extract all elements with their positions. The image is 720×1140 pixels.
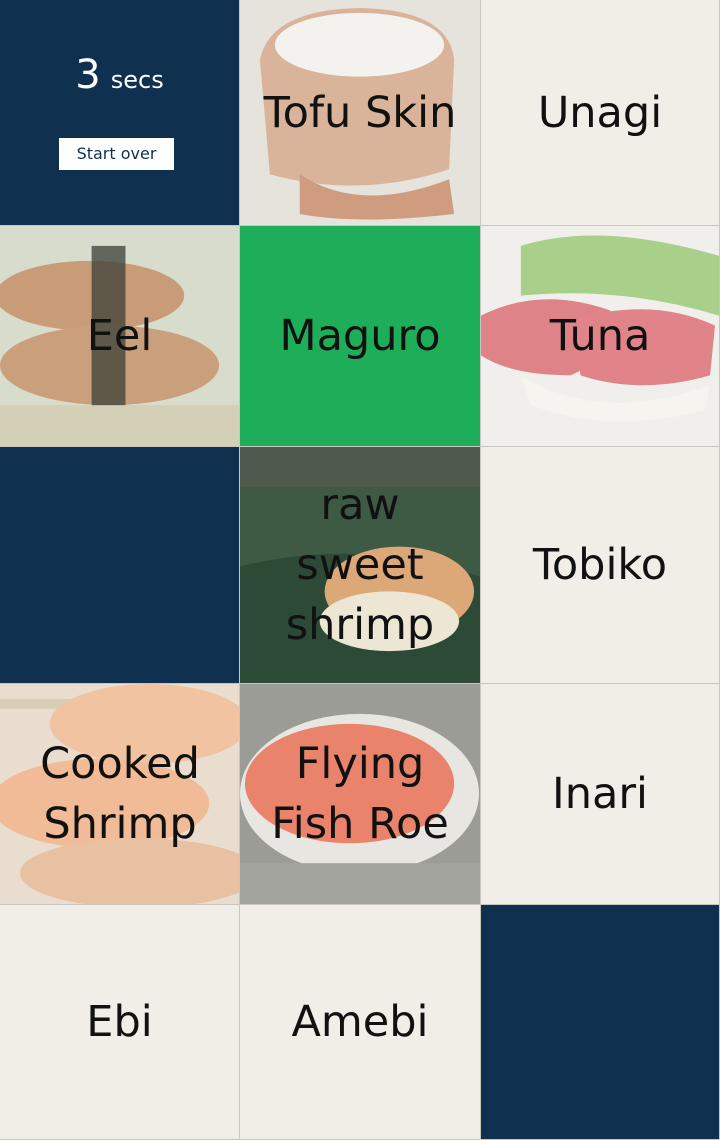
- card-label: Amebi: [291, 997, 429, 1047]
- memory-game-board: 3 secs Start over Tofu Skin Unagi Eel Mag…: [0, 0, 720, 1140]
- card-label: Tofu Skin: [263, 87, 457, 138]
- card-label: Cooked Shrimp: [40, 739, 200, 849]
- card-amebi[interactable]: Amebi: [240, 905, 481, 1140]
- card-label: Eel: [86, 311, 153, 361]
- card-tobiko[interactable]: Tobiko: [481, 447, 720, 684]
- card-label: Ebi: [86, 997, 153, 1047]
- card-unagi[interactable]: Unagi: [481, 0, 720, 226]
- card-label: raw sweet shrimp: [285, 480, 435, 650]
- card-flying-fish-roe[interactable]: Flying Fish Roe: [240, 684, 481, 905]
- card-label: Tuna: [549, 311, 651, 361]
- card-face-down[interactable]: [0, 447, 240, 684]
- timer-unit: secs: [110, 66, 164, 94]
- timer-value: 3: [75, 52, 101, 98]
- card-face-down[interactable]: [481, 905, 720, 1140]
- card-tuna[interactable]: Tuna: [481, 226, 720, 447]
- card-label: Inari: [552, 769, 648, 819]
- card-label: Flying Fish Roe: [271, 739, 449, 849]
- countdown-timer: 3 secs: [0, 52, 239, 98]
- card-label: Tobiko: [532, 540, 668, 590]
- timer-tile: 3 secs Start over: [0, 0, 240, 226]
- card-cooked-shrimp[interactable]: Cooked Shrimp: [0, 684, 240, 905]
- card-tofu-skin[interactable]: Tofu Skin: [240, 0, 481, 226]
- card-maguro[interactable]: Maguro: [240, 226, 481, 447]
- card-raw-sweet-shrimp[interactable]: raw sweet shrimp: [240, 447, 481, 684]
- start-over-button[interactable]: Start over: [59, 138, 174, 170]
- card-eel[interactable]: Eel: [0, 226, 240, 447]
- card-inari[interactable]: Inari: [481, 684, 720, 905]
- card-label: Maguro: [279, 311, 441, 361]
- card-ebi[interactable]: Ebi: [0, 905, 240, 1140]
- card-label: Unagi: [537, 87, 663, 138]
